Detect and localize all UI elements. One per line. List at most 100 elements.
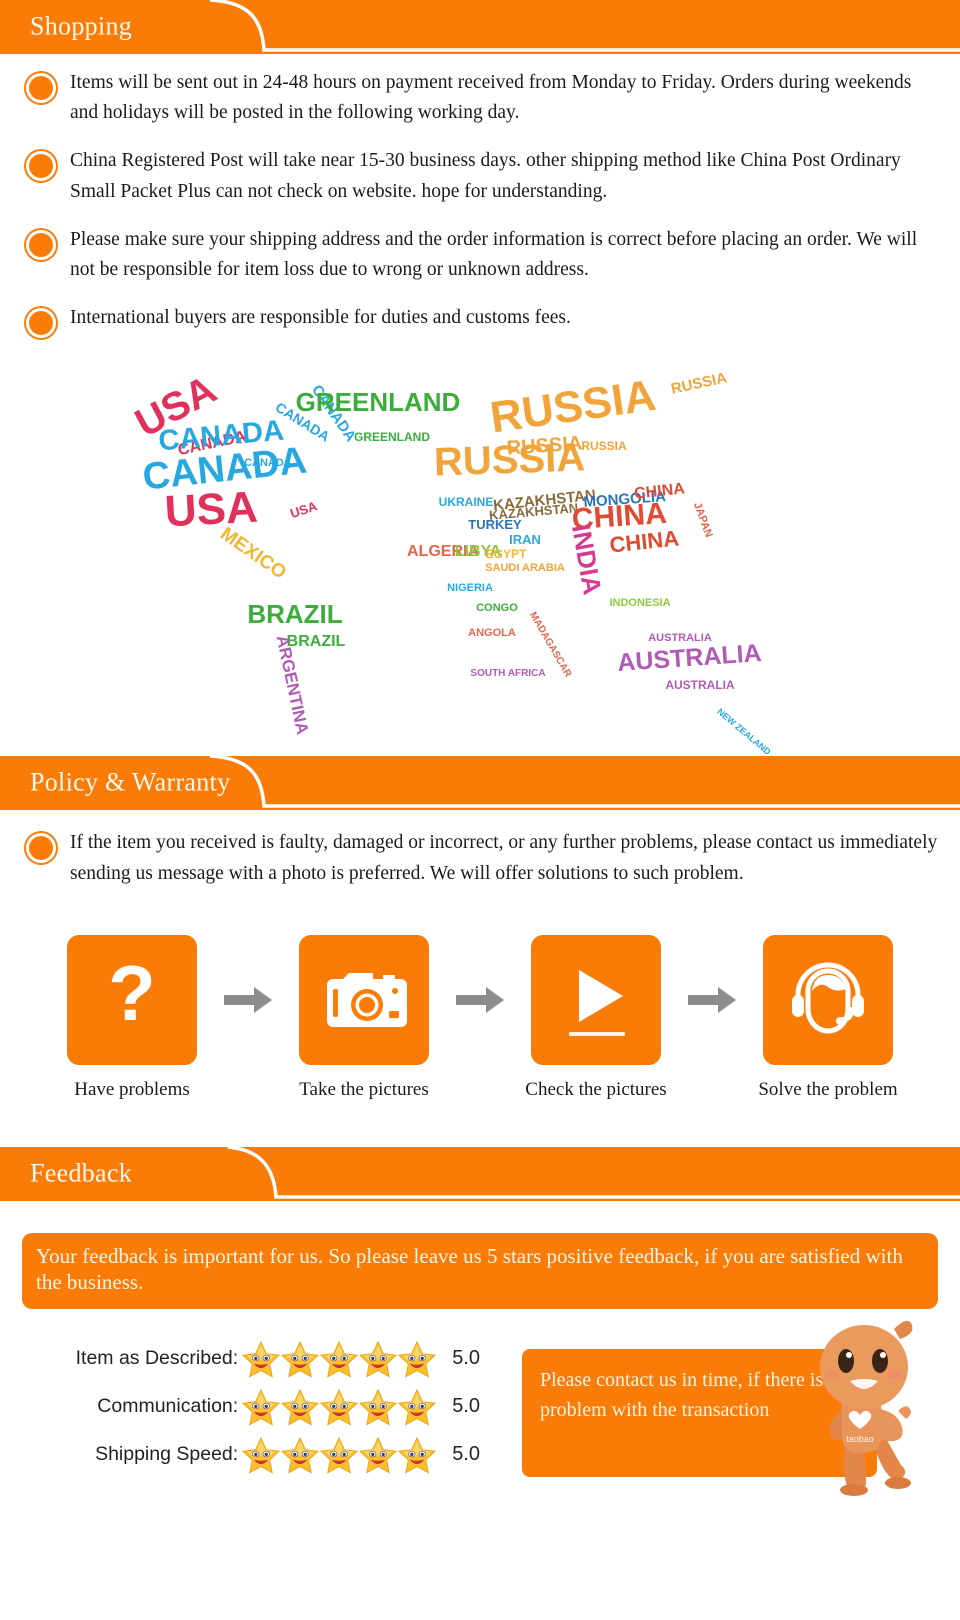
bullet-text: Items will be sent out in 24-48 hours on… bbox=[70, 72, 912, 124]
policy-bullet-list: If the item you received is faulty, dama… bbox=[0, 810, 960, 888]
map-country-label: EGYPT bbox=[486, 547, 527, 561]
header-curve-decoration bbox=[227, 1146, 960, 1199]
bullet-ring-icon bbox=[26, 151, 56, 182]
map-country-label: USA bbox=[164, 483, 259, 537]
map-country-label: NEW ZEALAND bbox=[715, 707, 773, 757]
map-country-label: MEXICO bbox=[216, 524, 289, 584]
step-caption: Have problems bbox=[74, 1078, 190, 1100]
headset-support-icon bbox=[792, 962, 864, 1034]
rating-label: Shipping Speed: bbox=[95, 1443, 239, 1466]
map-country-label: CANADA bbox=[244, 457, 292, 469]
step-icon-box bbox=[299, 934, 429, 1065]
map-country-label: RUSSIA bbox=[487, 371, 658, 443]
smiley-star-icon bbox=[281, 1436, 320, 1474]
map-country-label: RUSSIA bbox=[433, 436, 586, 485]
rating-row-item-as-described: Item as Described: 5.0 bbox=[26, 1335, 514, 1383]
step-caption: Check the pictures bbox=[525, 1078, 667, 1100]
smiley-star-icon bbox=[242, 1388, 281, 1426]
section-header-shopping: Shopping bbox=[0, 0, 960, 54]
process-step-have-problems: ? Have problems bbox=[47, 934, 217, 1101]
svg-text:?: ? bbox=[108, 956, 156, 1037]
map-country-label: IRAN bbox=[509, 532, 541, 547]
bullet-text: International buyers are responsible for… bbox=[70, 307, 571, 329]
list-item: Items will be sent out in 24-48 hours on… bbox=[22, 68, 938, 128]
ratings-list: Item as Described: 5.0 Communication: 5.… bbox=[22, 1335, 514, 1479]
play-button-icon bbox=[569, 969, 625, 1036]
arrow-right-icon bbox=[681, 986, 743, 1013]
section-title: Shopping bbox=[30, 11, 133, 41]
smiley-star-icon bbox=[359, 1388, 398, 1426]
camera-icon bbox=[327, 972, 407, 1027]
smiley-star-icon bbox=[398, 1340, 437, 1378]
arrow-right-icon bbox=[449, 986, 511, 1013]
map-country-label: BRAZIL bbox=[287, 633, 346, 650]
rating-label: Item as Described: bbox=[75, 1347, 239, 1370]
smiley-star-icon bbox=[281, 1388, 320, 1426]
list-item: Please make sure your shipping address a… bbox=[22, 225, 938, 285]
map-country-label: RUSSIA bbox=[581, 439, 627, 453]
world-map-wordcloud: USA CANADA CANADA CANADA CANADA CANADA CANADA U… bbox=[0, 356, 960, 757]
bullet-ring-icon bbox=[26, 833, 56, 864]
infographic-page: Shopping Items will be sent out in 24-48… bbox=[0, 0, 960, 1620]
taobao-mascot-icon: taobao bbox=[820, 1320, 913, 1496]
map-country-label: INDONESIA bbox=[609, 597, 670, 609]
list-item: China Registered Post will take near 15-… bbox=[22, 146, 938, 206]
list-item: International buyers are responsible for… bbox=[22, 303, 938, 339]
world-map-svg: USACANADACANADACANADACANADACANADACANADAU… bbox=[128, 368, 773, 757]
bullet-ring-icon bbox=[26, 73, 56, 103]
smiley-star-icon bbox=[242, 1340, 281, 1378]
smiley-star-icon bbox=[320, 1340, 359, 1378]
bullet-text: If the item you received is faulty, dama… bbox=[70, 832, 938, 884]
section-title: Policy & Warranty bbox=[30, 767, 231, 797]
bullet-ring-icon bbox=[26, 229, 56, 260]
map-country-label: UKRAINE bbox=[439, 495, 494, 509]
header-curve-decoration bbox=[209, 0, 960, 52]
map-country-label: AUSTRALIA bbox=[648, 632, 712, 644]
step-caption: Take the pictures bbox=[299, 1078, 429, 1100]
feedback-banner: Your feedback is important for us. So pl… bbox=[22, 1232, 938, 1309]
bullet-ring-icon bbox=[26, 308, 56, 339]
shopping-bullet-list: Items will be sent out in 24-48 hours on… bbox=[0, 54, 960, 339]
step-caption: Solve the problem bbox=[758, 1078, 898, 1100]
rating-label: Communication: bbox=[97, 1395, 239, 1418]
map-country-label: AUSTRALIA bbox=[616, 639, 762, 677]
star-rating bbox=[242, 1340, 437, 1378]
rating-score: 5.0 bbox=[452, 1347, 480, 1370]
section-header-feedback: Feedback bbox=[0, 1146, 960, 1201]
feedback-bottom-area: Item as Described: 5.0 Communication: 5.… bbox=[0, 1320, 960, 1529]
section-title: Feedback bbox=[30, 1158, 133, 1188]
map-country-label: BRAZIL bbox=[247, 599, 342, 629]
arrow-right-icon bbox=[217, 986, 279, 1013]
smiley-star-icon bbox=[281, 1340, 320, 1378]
star-rating bbox=[242, 1436, 437, 1474]
contact-area: Please contact us in time, if there is a… bbox=[514, 1320, 934, 1529]
step-icon-box bbox=[763, 934, 893, 1065]
process-step-solve-problem: Solve the problem bbox=[743, 934, 913, 1101]
map-country-label: JAPAN bbox=[691, 501, 715, 539]
smiley-star-icon bbox=[398, 1436, 437, 1474]
bullet-text: Please make sure your shipping address a… bbox=[70, 228, 918, 281]
map-country-label: CHINA bbox=[633, 481, 686, 503]
star-rating bbox=[242, 1388, 437, 1426]
map-country-label: GREENLAND bbox=[354, 430, 430, 444]
process-steps: ? Have problems Take the pictures Check … bbox=[0, 907, 960, 1101]
map-country-label: NIGERIA bbox=[447, 582, 493, 594]
rating-score: 5.0 bbox=[452, 1395, 480, 1418]
smiley-star-icon bbox=[359, 1340, 398, 1378]
map-country-label: AUSTRALIA bbox=[665, 678, 735, 692]
map-country-label: USA bbox=[288, 498, 319, 521]
step-icon-box: ? bbox=[67, 934, 197, 1065]
process-step-check-pictures: Check the pictures bbox=[511, 934, 681, 1101]
rating-row-communication: Communication: 5.0 bbox=[26, 1383, 514, 1431]
rating-row-shipping-speed: Shipping Speed: 5.0 bbox=[26, 1431, 514, 1479]
smiley-star-icon bbox=[242, 1436, 281, 1474]
smiley-star-icon bbox=[398, 1388, 437, 1426]
section-header-policy: Policy & Warranty bbox=[0, 756, 960, 811]
list-item: If the item you received is faulty, dama… bbox=[22, 828, 938, 888]
map-country-label: SOUTH AFRICA bbox=[470, 668, 545, 679]
map-country-label: RUSSIA bbox=[670, 370, 729, 398]
process-step-take-pictures: Take the pictures bbox=[279, 934, 449, 1101]
map-country-label: ANGOLA bbox=[468, 627, 516, 639]
smiley-star-icon bbox=[320, 1388, 359, 1426]
map-country-label: SAUDI ARABIA bbox=[485, 562, 565, 574]
